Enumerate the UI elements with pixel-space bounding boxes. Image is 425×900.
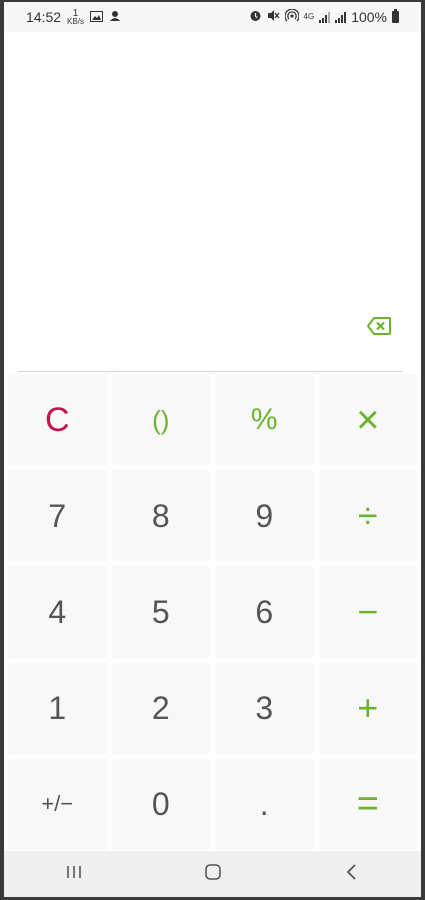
alarm-icon bbox=[249, 9, 262, 25]
hotspot-icon bbox=[283, 8, 300, 26]
multiply-button[interactable]: × bbox=[318, 374, 417, 466]
multiply-label: × bbox=[356, 397, 380, 442]
back-button[interactable] bbox=[322, 854, 382, 894]
digit-3-button[interactable]: 3 bbox=[215, 662, 314, 754]
status-bar-right: 4G 100% bbox=[249, 8, 421, 26]
clear-button[interactable]: C bbox=[8, 374, 107, 466]
display-divider bbox=[18, 371, 403, 372]
subtract-button[interactable]: − bbox=[318, 566, 417, 658]
net-speed: 1 KB/s bbox=[67, 9, 84, 26]
digit-9-button[interactable]: 9 bbox=[215, 470, 314, 562]
keypad: C () % × 7 8 9 ÷ 4 5 6 − 1 2 3 + +/− 0 .… bbox=[4, 374, 421, 850]
status-bar-left: 14:52 1 KB/s bbox=[4, 9, 121, 26]
divide-label: ÷ bbox=[357, 494, 378, 536]
backspace-icon bbox=[366, 316, 392, 341]
calculator-display bbox=[4, 32, 421, 370]
status-bar: 14:52 1 KB/s 4G 100% bbox=[4, 2, 421, 32]
decimal-button[interactable]: . bbox=[215, 758, 314, 850]
digit-0-button[interactable]: 0 bbox=[111, 758, 210, 850]
digit-1-button[interactable]: 1 bbox=[8, 662, 107, 754]
digit-8-label: 8 bbox=[151, 497, 170, 534]
digit-0-label: 0 bbox=[151, 786, 170, 823]
battery-text: 100% bbox=[351, 9, 387, 25]
notification-icon bbox=[109, 9, 121, 25]
navigation-bar bbox=[4, 851, 421, 897]
digit-7-button[interactable]: 7 bbox=[8, 470, 107, 562]
digit-9-label: 9 bbox=[255, 497, 274, 534]
recent-apps-icon bbox=[65, 864, 83, 885]
back-icon bbox=[345, 863, 359, 886]
parentheses-label: () bbox=[152, 404, 170, 435]
digit-7-label: 7 bbox=[48, 497, 67, 534]
plus-minus-label: +/− bbox=[41, 791, 74, 817]
subtract-label: − bbox=[357, 590, 379, 632]
clear-label: C bbox=[44, 400, 70, 439]
digit-5-label: 5 bbox=[151, 593, 170, 630]
net-speed-unit: KB/s bbox=[67, 17, 84, 26]
battery-icon bbox=[392, 9, 399, 23]
digit-8-button[interactable]: 8 bbox=[111, 470, 210, 562]
percent-button[interactable]: % bbox=[215, 374, 314, 466]
digit-1-label: 1 bbox=[48, 690, 67, 727]
divide-button[interactable]: ÷ bbox=[318, 470, 417, 562]
home-button[interactable] bbox=[183, 854, 243, 894]
digit-6-button[interactable]: 6 bbox=[215, 566, 314, 658]
digit-6-label: 6 bbox=[255, 593, 274, 630]
digit-2-label: 2 bbox=[151, 690, 170, 727]
frame-right bbox=[421, 0, 425, 900]
clock: 14:52 bbox=[26, 9, 62, 25]
backspace-button[interactable] bbox=[351, 300, 407, 356]
digit-4-label: 4 bbox=[48, 593, 67, 630]
digit-2-button[interactable]: 2 bbox=[111, 662, 210, 754]
equals-button[interactable]: = bbox=[318, 758, 417, 850]
digit-5-button[interactable]: 5 bbox=[111, 566, 210, 658]
signal-icon bbox=[319, 11, 331, 23]
plus-minus-button[interactable]: +/− bbox=[8, 758, 107, 850]
equals-label: = bbox=[356, 783, 379, 826]
signal-icon bbox=[335, 11, 347, 23]
mute-icon bbox=[267, 9, 280, 25]
image-icon bbox=[89, 9, 103, 25]
add-label: + bbox=[357, 687, 379, 729]
recent-apps-button[interactable] bbox=[44, 854, 104, 894]
parentheses-button[interactable]: () bbox=[111, 374, 210, 466]
digit-4-button[interactable]: 4 bbox=[8, 566, 107, 658]
network-type: 4G bbox=[303, 12, 315, 21]
digit-3-label: 3 bbox=[255, 690, 274, 727]
home-icon bbox=[204, 863, 222, 886]
decimal-label: . bbox=[259, 786, 269, 823]
percent-label: % bbox=[250, 402, 278, 436]
add-button[interactable]: + bbox=[318, 662, 417, 754]
